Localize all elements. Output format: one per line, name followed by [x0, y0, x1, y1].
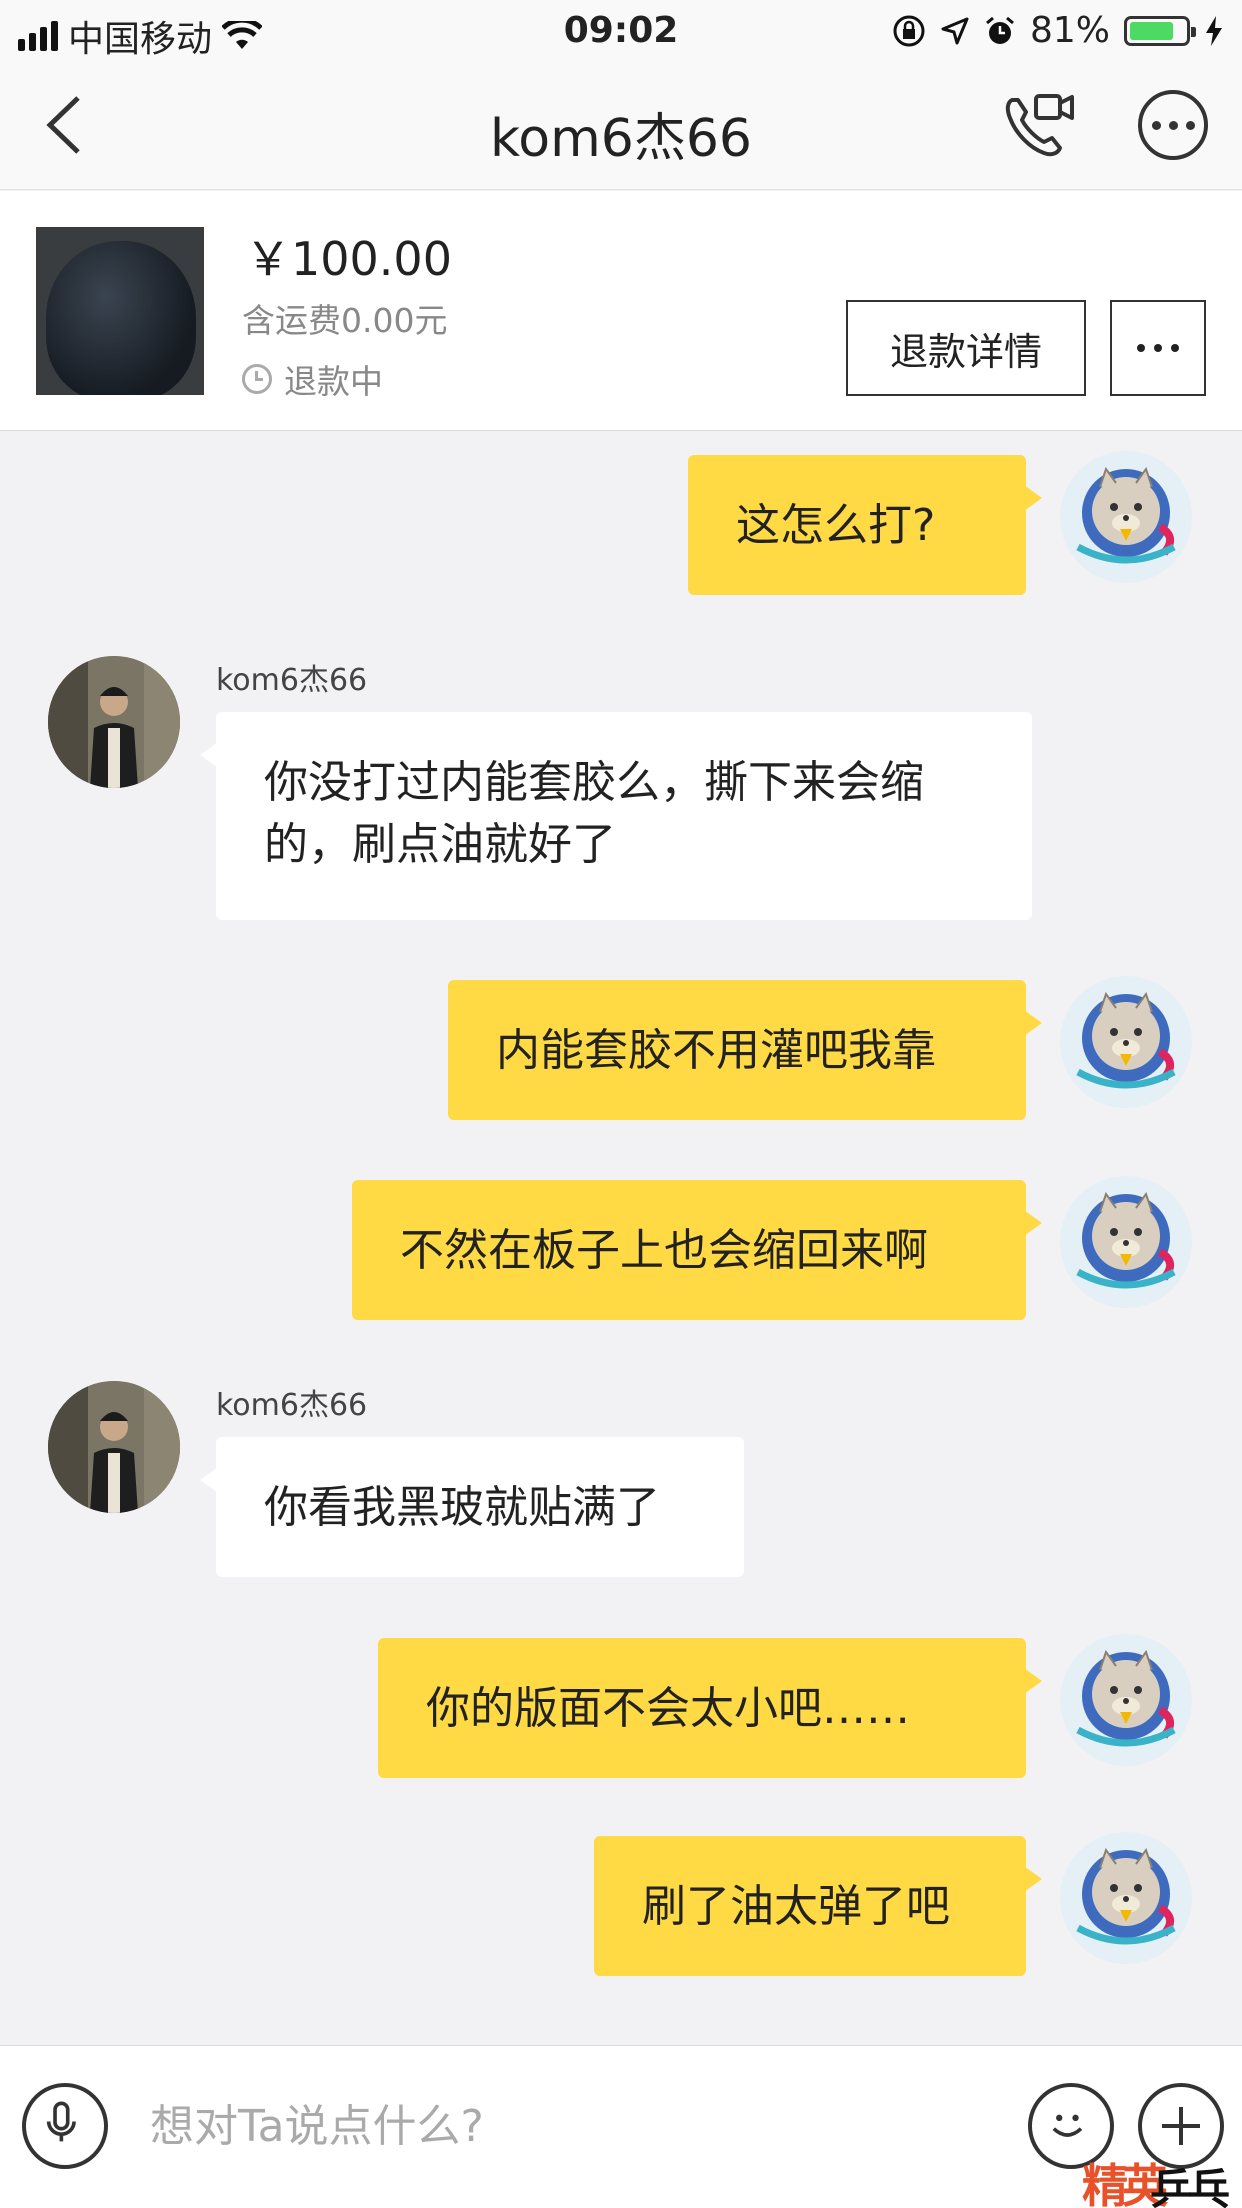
refund-status-label: 退款中: [284, 362, 383, 401]
sender-name: kom6杰66: [216, 663, 368, 698]
my-message-bubble[interactable]: 不然在板子上也会缩回来啊: [352, 1180, 1042, 1320]
my-message-bubble[interactable]: 刷了油太弹了吧: [594, 1836, 1042, 1976]
my-message-bubble[interactable]: 内能套胶不用灌吧我靠: [448, 980, 1042, 1120]
contact-avatar[interactable]: [48, 656, 180, 788]
contact-message-bubble[interactable]: 你没打过内能套胶么，撕下来会缩的，刷点油就好了: [200, 712, 1032, 920]
my-avatar[interactable]: [1060, 1832, 1192, 1964]
my-avatar[interactable]: [1060, 976, 1192, 1108]
orientation-lock-icon: [893, 15, 925, 46]
nav-bar: kom6杰66: [0, 60, 1242, 190]
sender-name: kom6杰66: [216, 1388, 368, 1423]
my-avatar[interactable]: [1060, 1634, 1192, 1766]
product-price: ￥100.00: [245, 232, 452, 286]
product-card[interactable]: ￥100.00 含运费0.00元 退款中 退款详情: [0, 191, 1242, 431]
my-message-bubble[interactable]: 这怎么打?: [688, 455, 1042, 595]
refund-status: 退款中: [242, 355, 383, 403]
contact-message-bubble[interactable]: 你看我黑玻就贴满了: [200, 1437, 744, 1577]
phone-video-icon[interactable]: [1000, 90, 1076, 160]
refund-details-button[interactable]: 退款详情: [846, 300, 1086, 396]
message-input[interactable]: [150, 2091, 850, 2161]
clock-icon: [242, 364, 272, 394]
status-bar: 中国移动 09:02 81%: [0, 0, 1242, 60]
shipping-fee: 含运费0.00元: [242, 301, 448, 340]
location-icon: [941, 17, 969, 44]
charging-icon: [1206, 15, 1222, 46]
my-avatar[interactable]: [1060, 1176, 1192, 1308]
input-bar: [0, 2045, 1242, 2208]
my-avatar[interactable]: [1060, 451, 1192, 583]
alarm-icon: [986, 16, 1014, 44]
watermark-logo: 精英 乒乓网: [1082, 2159, 1230, 2208]
card-more-button[interactable]: [1110, 300, 1206, 396]
contact-avatar[interactable]: [48, 1381, 180, 1513]
battery-icon: [1124, 15, 1196, 46]
battery-percent: 81%: [1029, 10, 1110, 51]
my-message-bubble[interactable]: 你的版面不会太小吧……: [378, 1638, 1042, 1778]
product-thumbnail[interactable]: [36, 227, 204, 395]
more-options-icon[interactable]: [1138, 90, 1208, 160]
microphone-icon[interactable]: [22, 2083, 108, 2169]
